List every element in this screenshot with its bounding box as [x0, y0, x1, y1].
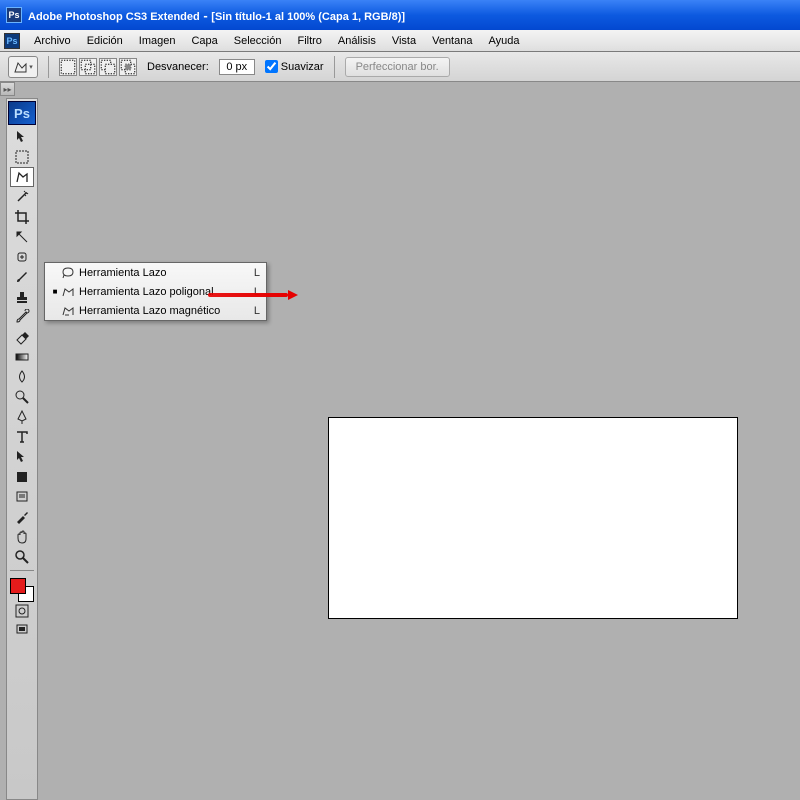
- divider: [334, 56, 335, 78]
- workspace: ▸▸ Ps: [0, 82, 800, 800]
- options-bar: ▾ Desvanecer: Suavizar Perfeccionar bor.: [0, 52, 800, 82]
- magnetic-lasso-icon: [59, 305, 77, 317]
- lasso-tool[interactable]: [10, 167, 34, 187]
- flyout-shortcut: L: [248, 267, 260, 279]
- history-brush-tool[interactable]: [10, 307, 34, 327]
- menu-filtro[interactable]: Filtro: [289, 32, 329, 50]
- foreground-color-swatch[interactable]: [10, 578, 26, 594]
- stamp-tool[interactable]: [10, 287, 34, 307]
- feather-label: Desvanecer:: [147, 61, 209, 73]
- menu-seleccion[interactable]: Selección: [226, 32, 290, 50]
- flyout-label: Herramienta Lazo: [77, 267, 248, 279]
- ps-menu-icon[interactable]: Ps: [4, 33, 20, 49]
- flyout-item-magnetic-lasso[interactable]: Herramienta Lazo magnético L: [45, 301, 266, 320]
- slice-tool[interactable]: [10, 227, 34, 247]
- lasso-icon: [59, 267, 77, 279]
- window-title: Adobe Photoshop CS3 Extended - [Sin títu…: [28, 8, 405, 23]
- canvas-area[interactable]: [38, 82, 800, 800]
- menu-analisis[interactable]: Análisis: [330, 32, 384, 50]
- selection-mode-group: [59, 58, 137, 76]
- annotation-arrow: [208, 292, 298, 298]
- flyout-shortcut: L: [248, 305, 260, 317]
- eraser-tool[interactable]: [10, 327, 34, 347]
- panel-tab-grip[interactable]: ▸▸: [0, 82, 15, 96]
- color-swatches[interactable]: [10, 578, 34, 602]
- move-tool[interactable]: [10, 127, 34, 147]
- app-icon: Ps: [6, 7, 22, 23]
- menubar: Ps Archivo Edición Imagen Capa Selección…: [0, 30, 800, 52]
- screenmode-toggle[interactable]: [10, 620, 34, 638]
- new-selection-icon[interactable]: [59, 58, 77, 76]
- crop-tool[interactable]: [10, 207, 34, 227]
- flyout-label: Herramienta Lazo magnético: [77, 305, 248, 317]
- flyout-item-lasso[interactable]: Herramienta Lazo L: [45, 263, 266, 282]
- ps-logo-icon: Ps: [8, 101, 36, 125]
- add-selection-icon[interactable]: [79, 58, 97, 76]
- menu-ayuda[interactable]: Ayuda: [480, 32, 527, 50]
- selected-marker: ■: [51, 287, 59, 296]
- divider: [48, 56, 49, 78]
- shape-tool[interactable]: [10, 467, 34, 487]
- blur-tool[interactable]: [10, 367, 34, 387]
- dodge-tool[interactable]: [10, 387, 34, 407]
- document-canvas[interactable]: [328, 417, 738, 619]
- zoom-tool[interactable]: [10, 547, 34, 567]
- path-select-tool[interactable]: [10, 447, 34, 467]
- hand-tool[interactable]: [10, 527, 34, 547]
- magic-wand-tool[interactable]: [10, 187, 34, 207]
- menu-imagen[interactable]: Imagen: [131, 32, 184, 50]
- menu-capa[interactable]: Capa: [183, 32, 225, 50]
- notes-tool[interactable]: [10, 487, 34, 507]
- type-tool[interactable]: [10, 427, 34, 447]
- brush-tool[interactable]: [10, 267, 34, 287]
- toolbox: Ps: [6, 98, 38, 800]
- pen-tool[interactable]: [10, 407, 34, 427]
- subtract-selection-icon[interactable]: [99, 58, 117, 76]
- gradient-tool[interactable]: [10, 347, 34, 367]
- antialias-check[interactable]: [265, 60, 278, 73]
- menu-archivo[interactable]: Archivo: [26, 32, 79, 50]
- tool-preset-picker[interactable]: ▾: [8, 56, 38, 78]
- menu-ventana[interactable]: Ventana: [424, 32, 480, 50]
- intersect-selection-icon[interactable]: [119, 58, 137, 76]
- titlebar: Ps Adobe Photoshop CS3 Extended - [Sin t…: [0, 0, 800, 30]
- poly-lasso-icon: [59, 286, 77, 298]
- antialias-checkbox[interactable]: Suavizar: [265, 60, 324, 73]
- quickmask-toggle[interactable]: [10, 602, 34, 620]
- antialias-label: Suavizar: [281, 61, 324, 73]
- menu-edicion[interactable]: Edición: [79, 32, 131, 50]
- heal-tool[interactable]: [10, 247, 34, 267]
- marquee-tool[interactable]: [10, 147, 34, 167]
- menu-vista[interactable]: Vista: [384, 32, 424, 50]
- refine-edge-button[interactable]: Perfeccionar bor.: [345, 57, 450, 77]
- feather-input[interactable]: [219, 59, 255, 75]
- eyedropper-tool[interactable]: [10, 507, 34, 527]
